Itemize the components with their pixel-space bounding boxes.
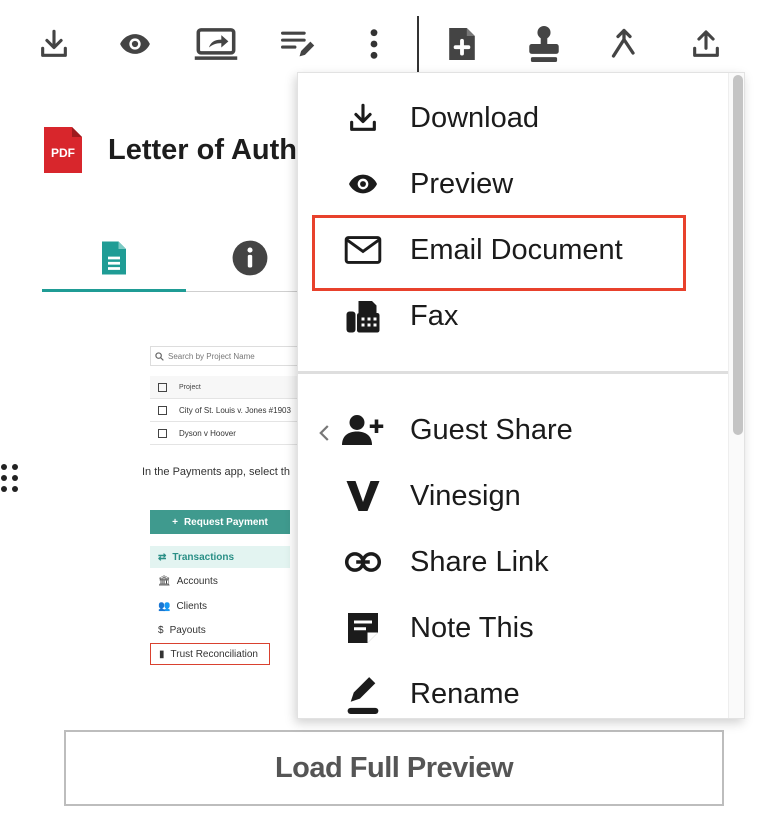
preview-search-box: Search by Project Name xyxy=(150,346,300,366)
fax-icon xyxy=(342,296,384,336)
note-icon xyxy=(342,608,384,648)
menu-item-label: Note This xyxy=(410,611,534,644)
pencil-icon xyxy=(342,674,384,714)
toolbar-divider xyxy=(417,16,419,72)
document-title: Letter of Auth xyxy=(108,133,298,166)
link-icon xyxy=(342,542,384,582)
menu-item-label: Preview xyxy=(410,167,514,200)
pdf-icon: PDF xyxy=(44,127,82,173)
checkbox xyxy=(158,428,167,438)
edit-text-toolbar-button[interactable] xyxy=(274,20,322,68)
menu-item-label: Email Document xyxy=(410,233,623,266)
table-row: Dyson v Hoover xyxy=(150,422,300,445)
preview-nav-clients: 👥 Clients xyxy=(158,600,208,612)
menu-item-rename[interactable]: Rename xyxy=(298,663,728,718)
menu-scrollbar-thumb[interactable] xyxy=(733,75,743,435)
menu-item-label: Download xyxy=(410,101,539,134)
info-icon xyxy=(232,240,268,276)
add-user-icon xyxy=(342,410,384,450)
upload-toolbar-button[interactable] xyxy=(682,20,730,68)
preview-request-payment: + Request Payment xyxy=(150,510,290,534)
menu-item-guest-share[interactable]: Guest Share xyxy=(298,399,728,461)
preview-nav-accounts: 🏛 Accounts xyxy=(158,575,218,587)
eye-icon xyxy=(120,34,150,54)
stamp-icon xyxy=(529,26,559,62)
present-toolbar-button[interactable] xyxy=(192,20,240,68)
document-icon xyxy=(102,241,126,275)
active-tab-indicator xyxy=(42,289,186,292)
download-toolbar-button[interactable] xyxy=(30,20,78,68)
preview-instruction: In the Payments app, select th xyxy=(142,466,290,478)
menu-scrollbar[interactable] xyxy=(728,73,744,718)
file-icon: ▮ xyxy=(159,648,165,660)
document-preview: Search by Project Name Project City of S… xyxy=(140,340,300,710)
svg-text:PDF: PDF xyxy=(51,146,75,160)
more-toolbar-button[interactable] xyxy=(350,20,398,68)
menu-item-fax[interactable]: Fax xyxy=(298,285,728,347)
menu-item-label: Rename xyxy=(410,677,520,710)
drag-handle[interactable] xyxy=(0,462,22,496)
menu-item-email-document[interactable]: Email Document xyxy=(298,219,728,281)
menu-separator xyxy=(298,371,730,374)
download-icon xyxy=(41,29,67,57)
preview-toolbar-button[interactable] xyxy=(111,20,159,68)
preview-table: Project City of St. Louis v. Jones #1903… xyxy=(150,376,300,445)
eye-icon xyxy=(342,164,384,204)
document-header: PDF Letter of Auth xyxy=(44,126,297,174)
bank-icon: 🏛 xyxy=(158,575,171,587)
arrows-icon: ⇄ xyxy=(158,551,167,563)
mail-icon xyxy=(342,230,384,270)
preview-search-placeholder: Search by Project Name xyxy=(168,351,255,361)
menu-item-label: Vinesign xyxy=(410,479,521,512)
grip-icon xyxy=(1,464,18,492)
menu-item-preview[interactable]: Preview xyxy=(298,153,728,215)
menu-item-note-this[interactable]: Note This xyxy=(298,597,728,659)
people-icon: 👥 xyxy=(158,600,171,612)
merge-icon xyxy=(611,28,635,58)
merge-toolbar-button[interactable] xyxy=(600,20,648,68)
vinesign-icon xyxy=(342,476,384,516)
more-actions-menu: Download Preview Email Document Fax Gues… xyxy=(297,72,745,719)
menu-item-download[interactable]: Download xyxy=(298,87,728,149)
dollar-circle-icon: $ xyxy=(158,624,164,636)
text-edit-icon xyxy=(280,31,315,57)
more-vertical-icon xyxy=(370,29,378,59)
plus-icon: + xyxy=(172,516,178,528)
upload-icon xyxy=(693,30,719,57)
file-plus-icon xyxy=(449,28,475,60)
tab-content[interactable] xyxy=(42,225,186,291)
preview-nav-trust-reconciliation: ▮ Trust Reconciliation xyxy=(150,643,270,665)
add-document-toolbar-button[interactable] xyxy=(438,20,486,68)
menu-item-label: Fax xyxy=(410,299,459,332)
preview-nav-payouts: $ Payouts xyxy=(158,624,206,636)
preview-nav-transactions: ⇄ Transactions xyxy=(150,546,290,568)
menu-item-vinesign[interactable]: Vinesign xyxy=(298,465,728,527)
screen-share-icon xyxy=(194,28,238,60)
download-icon xyxy=(342,98,384,138)
menu-item-label: Share Link xyxy=(410,545,549,578)
load-full-preview-button[interactable]: Load Full Preview xyxy=(64,730,724,806)
menu-item-label: Guest Share xyxy=(410,413,573,446)
table-row: City of St. Louis v. Jones #1903 xyxy=(150,399,300,422)
preview-table-header: Project xyxy=(150,376,300,399)
search-icon xyxy=(155,351,164,361)
checkbox xyxy=(158,405,167,415)
menu-item-share-link[interactable]: Share Link xyxy=(298,531,728,593)
checkbox xyxy=(158,382,167,392)
stamp-toolbar-button[interactable] xyxy=(520,20,568,68)
